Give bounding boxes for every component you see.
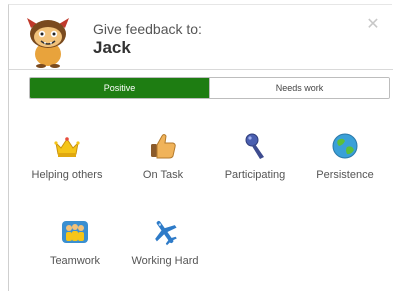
skill-label: Teamwork (49, 255, 101, 267)
skill-helping-others[interactable]: Helping others (19, 131, 115, 181)
microphone-icon (245, 133, 264, 159)
skill-teamwork[interactable]: Teamwork (27, 217, 123, 267)
tab-needs-work[interactable]: Needs work (209, 78, 389, 98)
student-name: Jack (93, 38, 131, 57)
tab-positive[interactable]: Positive (30, 78, 209, 98)
globe-icon (332, 133, 358, 159)
skill-participating[interactable]: Participating (207, 131, 303, 181)
close-icon[interactable]: ✕ (365, 17, 381, 33)
skill-label: On Task (142, 169, 184, 181)
skill-label: Working Hard (131, 255, 199, 267)
feedback-type-toggle: Positive Needs work (29, 77, 390, 99)
skill-label: Persistence (316, 169, 374, 181)
skill-label: Participating (224, 169, 286, 181)
dialog-header: Give feedback to: Jack ✕ (9, 5, 393, 70)
thumbs-up-icon (151, 134, 176, 159)
crown-icon (54, 137, 80, 157)
monster-avatar-icon (27, 18, 69, 68)
airplane-icon (155, 220, 177, 246)
team-icon (62, 221, 88, 243)
feedback-dialog: Give feedback to: Jack ✕ Positive Needs … (8, 4, 393, 291)
feedback-prompt: Give feedback to: (93, 21, 202, 37)
skill-label: Helping others (31, 169, 103, 181)
skill-persistence[interactable]: Persistence (297, 131, 393, 181)
skill-working-hard[interactable]: Working Hard (117, 217, 213, 267)
skill-on-task[interactable]: On Task (115, 131, 211, 181)
